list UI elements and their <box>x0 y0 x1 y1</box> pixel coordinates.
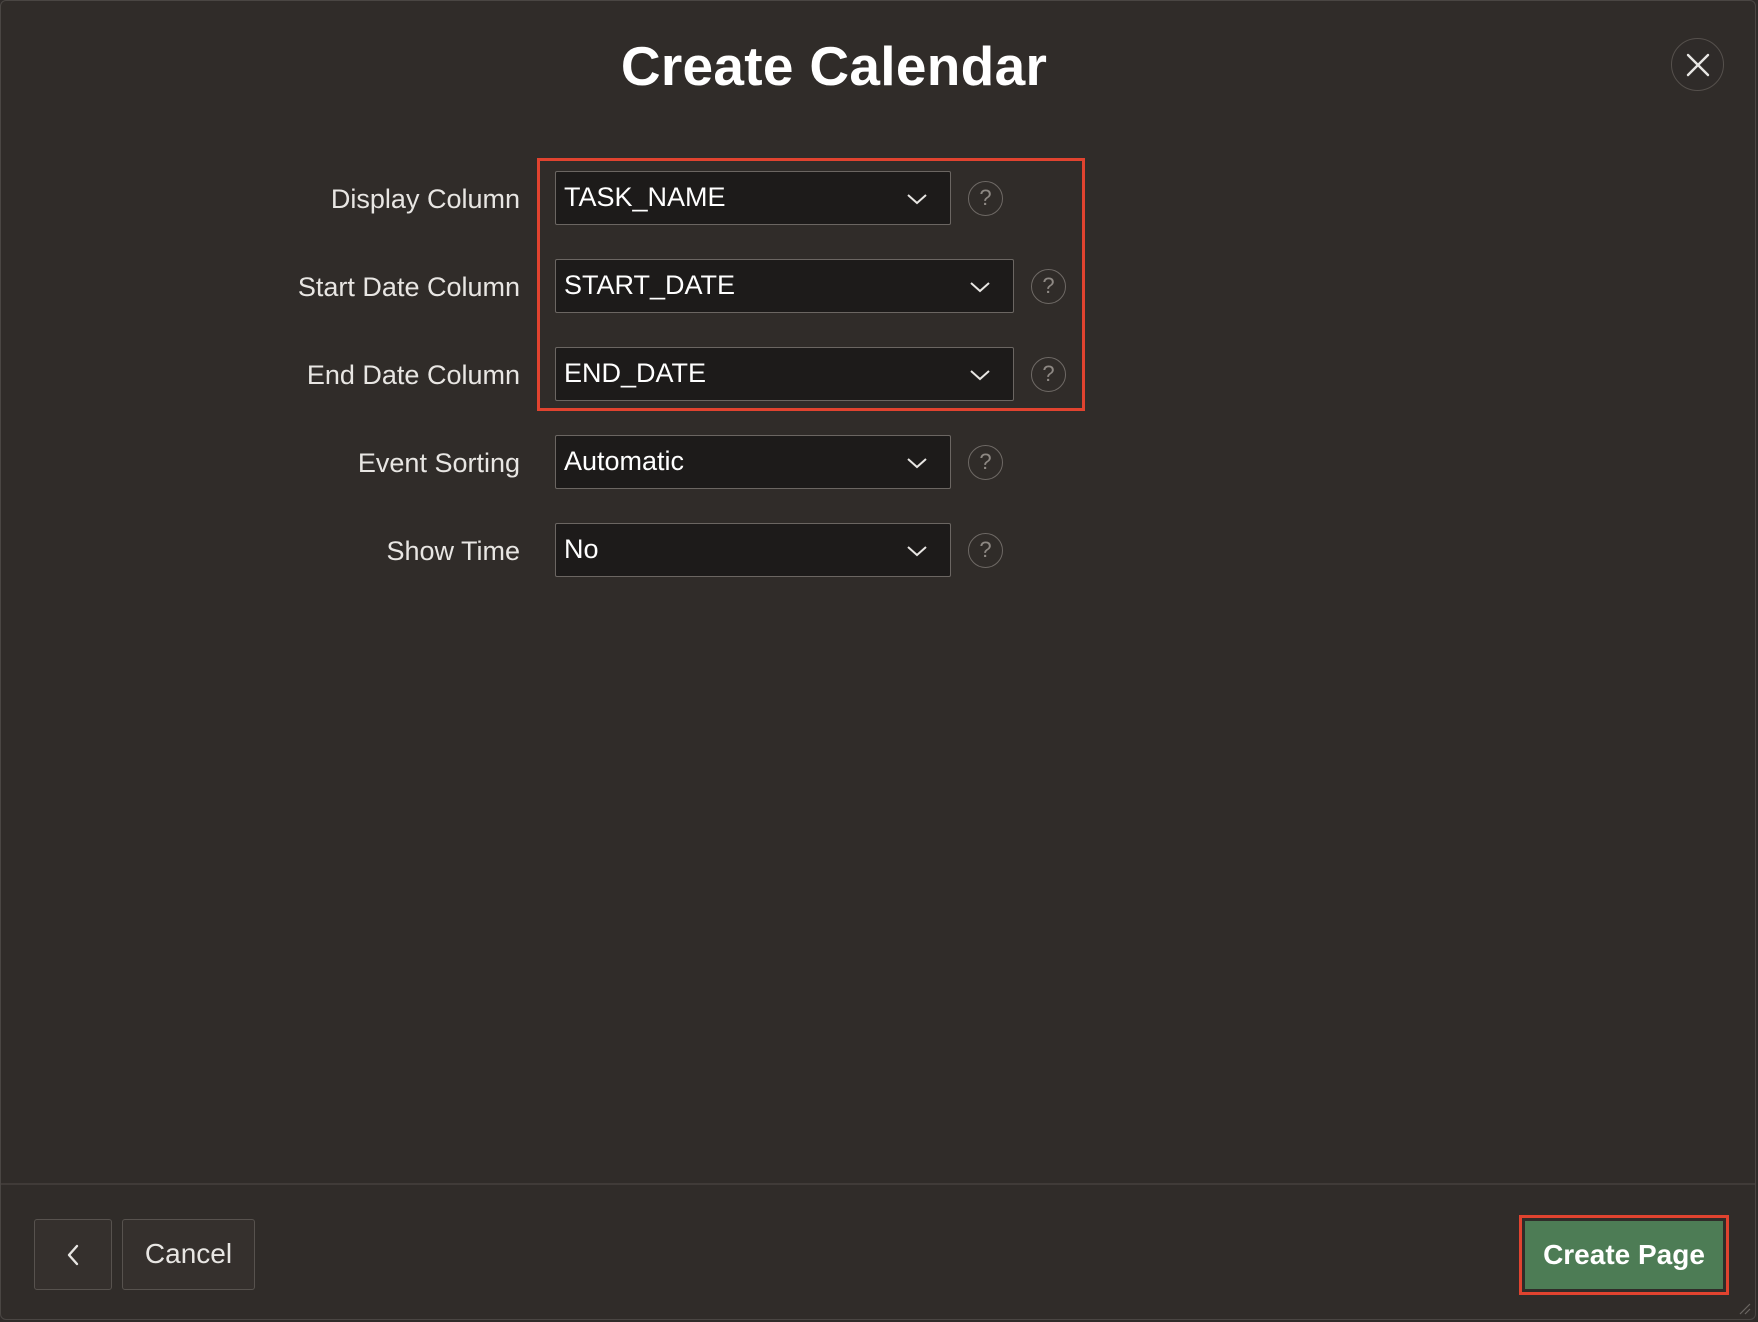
display-column-label: Display Column <box>330 184 520 214</box>
back-button[interactable] <box>34 1219 112 1290</box>
event-sorting-help-icon[interactable]: ? <box>968 445 1003 480</box>
display-column-help-icon[interactable]: ? <box>968 181 1003 216</box>
start-date-column-select[interactable]: START_DATE <box>555 259 1014 313</box>
start-date-column-row: Start Date Column START_DATE ? <box>1 259 1201 315</box>
end-date-column-help-icon[interactable]: ? <box>1031 357 1066 392</box>
show-time-select[interactable]: No <box>555 523 951 577</box>
event-sorting-value: Automatic <box>564 446 685 476</box>
end-date-column-row: End Date Column END_DATE ? <box>1 347 1201 403</box>
event-sorting-select[interactable]: Automatic <box>555 435 951 489</box>
chevron-down-icon <box>970 282 990 293</box>
chevron-down-icon <box>907 546 927 557</box>
display-column-select[interactable]: TASK_NAME <box>555 171 951 225</box>
create-calendar-dialog: Create Calendar Display Column TASK_NAME… <box>0 0 1756 1320</box>
dialog-title: Create Calendar <box>620 35 1048 97</box>
close-button[interactable] <box>1671 38 1724 91</box>
end-date-column-label: End Date Column <box>306 360 520 390</box>
create-page-button[interactable]: Create Page <box>1525 1221 1723 1289</box>
footer-divider <box>1 1183 1755 1185</box>
start-date-column-value: START_DATE <box>564 270 736 300</box>
event-sorting-row: Event Sorting Automatic ? <box>1 435 1201 491</box>
start-date-column-label: Start Date Column <box>297 272 520 302</box>
chevron-down-icon <box>970 370 990 381</box>
display-column-row: Display Column TASK_NAME ? <box>1 171 1201 227</box>
show-time-value: No <box>564 534 599 564</box>
event-sorting-label: Event Sorting <box>357 448 520 478</box>
start-date-column-help-icon[interactable]: ? <box>1031 269 1066 304</box>
close-icon <box>1686 53 1709 76</box>
show-time-help-icon[interactable]: ? <box>968 533 1003 568</box>
display-column-value: TASK_NAME <box>564 182 726 212</box>
end-date-column-value: END_DATE <box>564 358 707 388</box>
chevron-down-icon <box>907 194 927 205</box>
chevron-down-icon <box>907 458 927 469</box>
show-time-row: Show Time No ? <box>1 523 1201 579</box>
resize-grip-icon[interactable] <box>1737 1301 1751 1315</box>
end-date-column-select[interactable]: END_DATE <box>555 347 1014 401</box>
cancel-button[interactable]: Cancel <box>122 1219 255 1290</box>
show-time-label: Show Time <box>386 536 520 566</box>
chevron-left-icon <box>67 1244 79 1265</box>
